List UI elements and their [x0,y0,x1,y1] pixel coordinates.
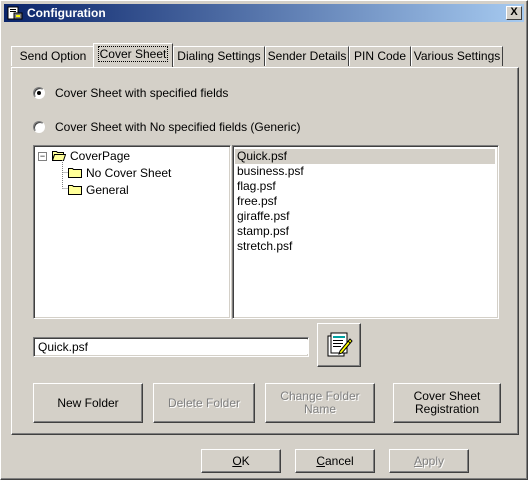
cancel-mnemonic: C [316,453,325,468]
tab-label: Sender Details [267,49,347,63]
tab-label: PIN Code [353,49,407,63]
folder-icon [68,185,82,195]
edit-cover-sheet-button[interactable] [317,323,361,367]
cancel-button[interactable]: Cancel [295,449,375,473]
tree-item-label: No Cover Sheet [86,166,172,180]
apply-button[interactable]: Apply [389,449,469,473]
radio-button-unchecked[interactable] [33,121,45,133]
cover-sheet-registration-button[interactable]: Cover Sheet Registration [393,383,501,423]
list-item[interactable]: giraffe.psf [237,209,289,224]
ok-label: K [241,453,250,468]
filename-field-frame [33,337,309,357]
list-item[interactable]: Quick.psf [235,149,495,164]
tab-label: Various Settings [413,49,501,63]
radio-label: Cover Sheet with No specified fields (Ge… [55,120,301,134]
folder-tree[interactable]: − CoverPage No Cover Sheet General [33,145,231,319]
ok-mnemonic: O [232,453,242,468]
list-item[interactable]: flag.psf [237,179,276,194]
cancel-label: ancel [324,453,354,468]
change-folder-name-button[interactable]: Change Folder Name [265,383,375,423]
tab-various-settings[interactable]: Various Settings [411,46,503,66]
window-title: Configuration [27,6,106,20]
fax-app-icon [7,6,23,20]
radio-button-checked[interactable] [33,87,45,99]
tree-item-label: General [86,183,129,197]
tab-send-option[interactable]: Send Option [11,46,95,66]
configuration-dialog: Configuration X Send Option Cover Sheet … [0,0,528,480]
radio-label: Cover Sheet with specified fields [55,86,229,100]
list-item[interactable]: business.psf [237,164,304,179]
new-folder-button[interactable]: New Folder [33,383,143,423]
tree-connector-lines [62,160,68,189]
tab-cover-sheet[interactable]: Cover Sheet [93,43,173,67]
close-button[interactable]: X [506,6,522,20]
tab-sender-details[interactable]: Sender Details [265,46,349,66]
filename-field[interactable] [36,340,308,354]
list-item[interactable]: stamp.psf [237,224,289,239]
tab-label: Cover Sheet [97,46,169,62]
apply-label: pply [422,453,445,468]
delete-folder-button[interactable]: Delete Folder [153,383,255,423]
ok-button[interactable]: OK [201,449,281,473]
apply-mnemonic: A [413,453,422,468]
list-item[interactable]: free.psf [237,194,277,209]
folder-icon [68,168,82,178]
edit-document-icon [327,332,353,357]
cover-sheet-file-list[interactable]: Quick.psf business.psf flag.psf free.psf… [232,145,499,319]
tab-dialing-settings[interactable]: Dialing Settings [173,46,265,66]
title-bar[interactable]: Configuration X [4,4,524,22]
list-item[interactable]: stretch.psf [237,239,292,254]
tab-label: Send Option [19,49,87,63]
tree-item-label: CoverPage [70,149,131,163]
tab-pin-code[interactable]: PIN Code [349,46,411,66]
tab-label: Dialing Settings [177,49,261,63]
close-icon: X [510,6,518,18]
